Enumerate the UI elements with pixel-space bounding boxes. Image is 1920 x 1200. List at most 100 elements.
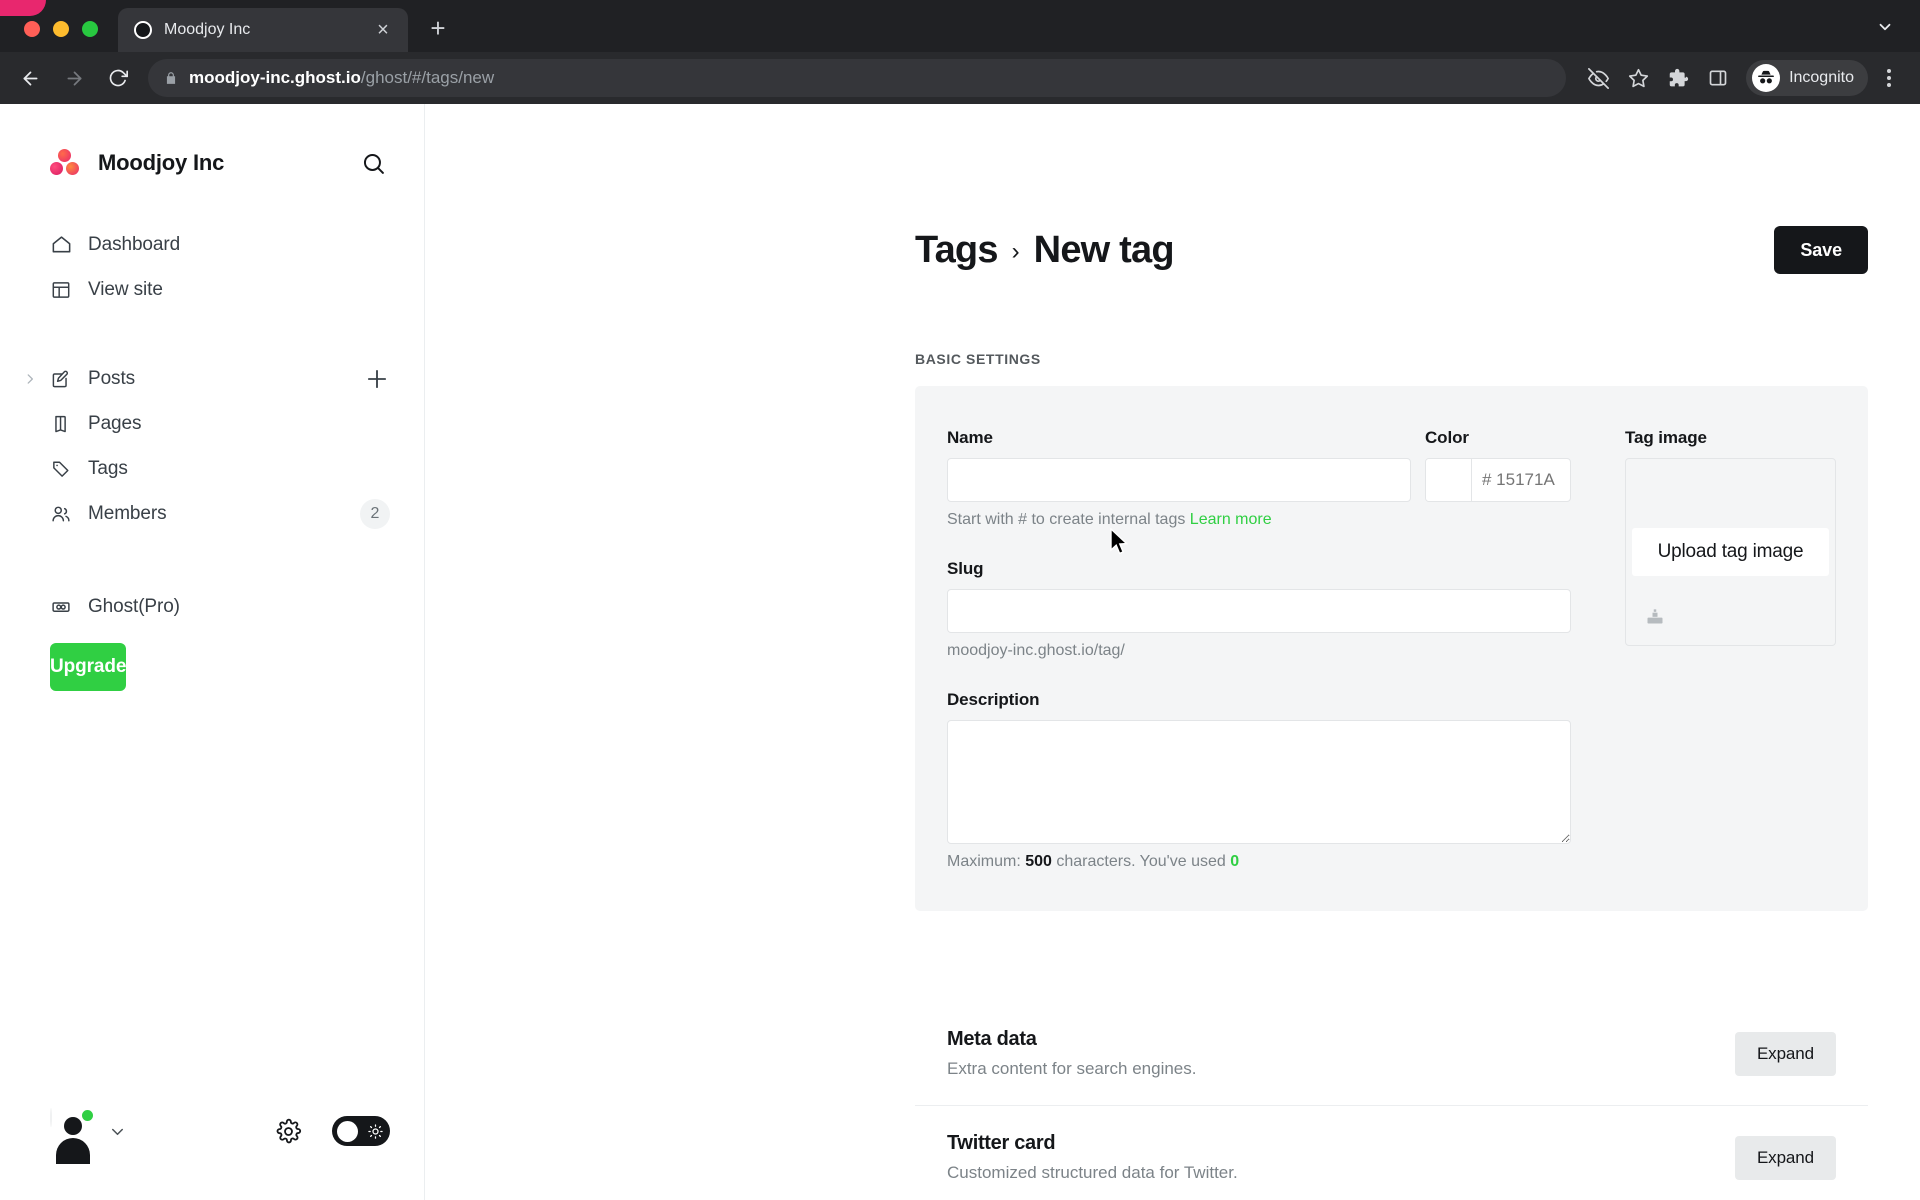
expand-twitter-card-button[interactable]: Expand [1734, 1135, 1836, 1180]
color-swatch[interactable] [1426, 459, 1472, 501]
basic-settings-label: BASIC SETTINGS [915, 351, 1041, 367]
nav-group-content: Posts Pages Tags Members 2 [0, 356, 424, 536]
incognito-avatar-icon [1752, 64, 1781, 92]
page-body: Moodjoy Inc Dashboard View site Posts Pa… [0, 104, 1920, 1200]
tag-image-dropzone[interactable]: Upload tag image [1625, 458, 1836, 646]
maximize-window-button[interactable] [82, 21, 98, 37]
toggle-knob [337, 1120, 358, 1142]
search-icon[interactable] [356, 146, 390, 180]
upgrade-button[interactable]: Upgrade [50, 643, 126, 691]
sidebar-item-label: Members [88, 502, 167, 524]
sidebar-item-ghost-pro[interactable]: Ghost(Pro) [0, 584, 424, 629]
layout-icon [50, 279, 76, 301]
desc-used-count: 0 [1230, 853, 1240, 870]
address-bar[interactable]: moodjoy-inc.ghost.io/ghost/#/tags/new [148, 59, 1567, 97]
incognito-label: Incognito [1789, 69, 1854, 86]
upload-tag-image-button[interactable]: Upload tag image [1631, 528, 1830, 576]
section-title: Twitter card [947, 1132, 1056, 1154]
ghost-logo-icon [134, 21, 152, 39]
reload-icon[interactable] [98, 58, 138, 98]
section-title: Meta data [947, 1028, 1037, 1050]
sidebar-item-label: Pages [88, 412, 142, 434]
home-icon [50, 233, 76, 256]
sidebar-footer [0, 1082, 424, 1200]
breadcrumb-separator-icon: › [1011, 237, 1020, 265]
name-help-prefix: Start with # to create internal tags [947, 511, 1190, 528]
basic-settings-card: Name Color Start with # t [915, 386, 1868, 911]
slug-input[interactable] [947, 589, 1571, 633]
breadcrumb: Tags › New tag [915, 228, 1175, 272]
sidebar-item-view-site[interactable]: View site [0, 267, 424, 312]
members-icon [50, 503, 76, 525]
sidebar-item-label: Dashboard [88, 233, 181, 255]
section-text: Meta data Extra content for search engin… [947, 1028, 1735, 1079]
name-field-group: Name [947, 428, 1411, 502]
slug-help-text: moodjoy-inc.ghost.io/tag/ [947, 642, 1125, 659]
description-field-group: Description Maximum: 500 characters. You… [947, 690, 1571, 871]
sidebar-item-posts[interactable]: Posts [0, 356, 424, 401]
tag-image-label: Tag image [1625, 428, 1707, 447]
pages-icon [50, 413, 76, 435]
chevron-down-icon[interactable] [108, 1122, 127, 1141]
minimize-window-button[interactable] [53, 21, 69, 37]
description-textarea[interactable] [947, 720, 1571, 844]
new-post-plus-icon[interactable] [364, 366, 390, 392]
save-button[interactable]: Save [1774, 226, 1868, 274]
app-sidebar: Moodjoy Inc Dashboard View site Posts Pa… [0, 104, 425, 1200]
section-description: Extra content for search engines. [947, 1059, 1197, 1078]
sidebar-item-members[interactable]: Members 2 [0, 491, 424, 536]
back-arrow-icon[interactable] [10, 58, 50, 98]
browser-window: Moodjoy Inc × + moodjoy-inc.ghost.io/gho… [0, 0, 1920, 1200]
sun-icon [368, 1123, 383, 1139]
chevron-right-icon[interactable] [22, 372, 38, 386]
desc-help-prefix: Maximum: [947, 853, 1026, 870]
desc-help-max: 500 [1025, 853, 1052, 870]
lock-icon [164, 71, 178, 85]
sidebar-item-pages[interactable]: Pages [0, 401, 424, 446]
page-header: Tags › New tag Save [915, 226, 1868, 274]
learn-more-link[interactable]: Learn more [1190, 511, 1272, 528]
sidebar-item-label: View site [88, 278, 163, 300]
eye-off-icon[interactable] [1580, 60, 1616, 96]
section-meta-data: Meta data Extra content for search engin… [915, 1002, 1868, 1106]
description-label: Description [947, 690, 1040, 709]
incognito-profile-button[interactable]: Incognito [1746, 60, 1868, 96]
chevron-down-icon[interactable] [1866, 8, 1904, 46]
color-hex-input[interactable] [1472, 459, 1570, 501]
star-icon[interactable] [1620, 60, 1656, 96]
section-text: Twitter card Customized structured data … [947, 1132, 1735, 1183]
sidebar-item-label: Ghost(Pro) [88, 595, 180, 617]
breadcrumb-parent-link[interactable]: Tags [915, 229, 998, 272]
sidebar-item-label: Tags [88, 457, 128, 479]
section-twitter-card: Twitter card Customized structured data … [915, 1106, 1868, 1200]
extensions-puzzle-icon[interactable] [1660, 60, 1696, 96]
sidebar-item-label: Posts [88, 367, 136, 389]
dark-mode-toggle[interactable] [332, 1116, 390, 1146]
nav-group-billing: Ghost(Pro) Upgrade [0, 584, 424, 691]
browser-toolbar: moodjoy-inc.ghost.io/ghost/#/tags/new In… [0, 52, 1920, 104]
side-panel-icon[interactable] [1700, 60, 1736, 96]
browser-menu-icon[interactable] [1872, 60, 1906, 96]
image-placeholder-icon [1645, 606, 1665, 631]
sidebar-item-dashboard[interactable]: Dashboard [0, 222, 424, 267]
page-title: New tag [1033, 228, 1175, 271]
browser-tab[interactable]: Moodjoy Inc × [118, 8, 408, 52]
expand-meta-data-button[interactable]: Expand [1734, 1031, 1836, 1076]
forward-arrow-icon[interactable] [54, 58, 94, 98]
color-field[interactable] [1425, 458, 1571, 502]
name-label: Name [947, 428, 993, 447]
color-field-group: Color [1425, 428, 1571, 502]
url-domain: moodjoy-inc.ghost.io [189, 68, 361, 87]
gear-icon[interactable] [275, 1118, 302, 1145]
user-menu-button[interactable] [50, 1108, 95, 1153]
color-label: Color [1425, 428, 1469, 447]
name-input[interactable] [947, 458, 1411, 502]
url-path: /ghost/#/tags/new [360, 68, 495, 87]
new-tab-button[interactable]: + [418, 8, 458, 48]
nav-group-primary: Dashboard View site [0, 222, 424, 312]
url-text: moodjoy-inc.ghost.io/ghost/#/tags/new [189, 68, 494, 88]
sidebar-item-tags[interactable]: Tags [0, 446, 424, 491]
main-content: Tags › New tag Save BASIC SETTINGS Name [425, 104, 1920, 1200]
close-window-button[interactable] [24, 21, 40, 37]
close-icon[interactable]: × [370, 17, 396, 43]
